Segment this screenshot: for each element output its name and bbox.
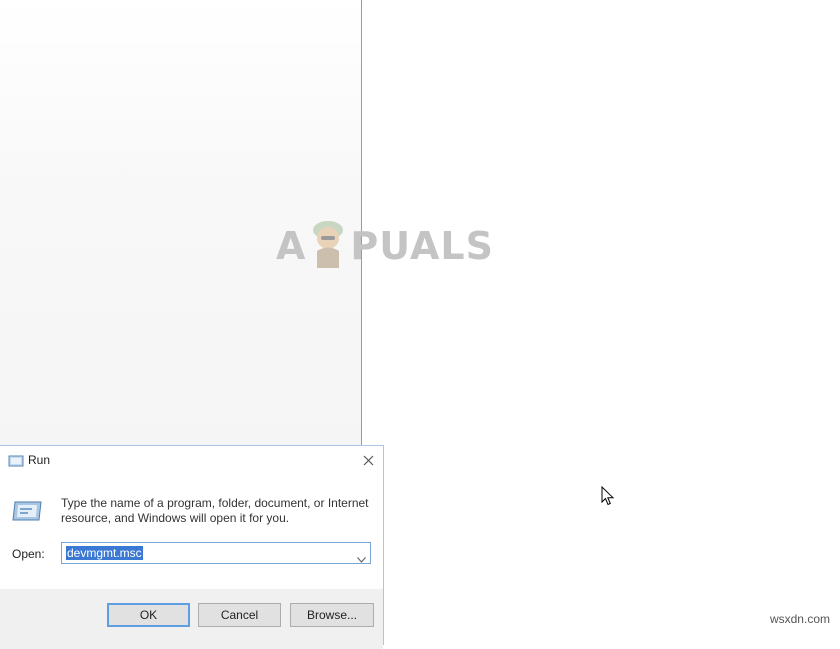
cancel-button[interactable]: Cancel — [198, 603, 281, 627]
run-title-icon — [8, 454, 24, 473]
dialog-title: Run — [28, 453, 51, 467]
ok-button[interactable]: OK — [107, 603, 190, 627]
chevron-down-icon[interactable] — [357, 550, 366, 568]
run-dialog: Run Type the name of a program, folder, … — [0, 445, 384, 649]
description-line-1: Type the name of a program, folder, docu… — [61, 496, 369, 510]
run-program-icon — [11, 498, 43, 529]
dialog-button-bar: OK Cancel Browse... — [0, 589, 383, 649]
close-icon — [363, 455, 373, 465]
open-combobox[interactable]: devmgmt.msc — [61, 542, 371, 564]
watermark-text-right: PUALS — [350, 224, 494, 268]
mouse-pointer-icon — [601, 485, 615, 511]
site-watermark: wsxdn.com — [769, 612, 830, 626]
dialog-titlebar[interactable]: Run — [0, 446, 383, 475]
browse-button[interactable]: Browse... — [290, 603, 374, 627]
open-label: Open: — [12, 547, 45, 561]
dialog-description: Type the name of a program, folder, docu… — [61, 496, 371, 526]
open-input[interactable]: devmgmt.msc — [66, 546, 143, 560]
close-button[interactable] — [359, 451, 377, 469]
description-line-2: resource, and Windows will open it for y… — [61, 511, 290, 525]
